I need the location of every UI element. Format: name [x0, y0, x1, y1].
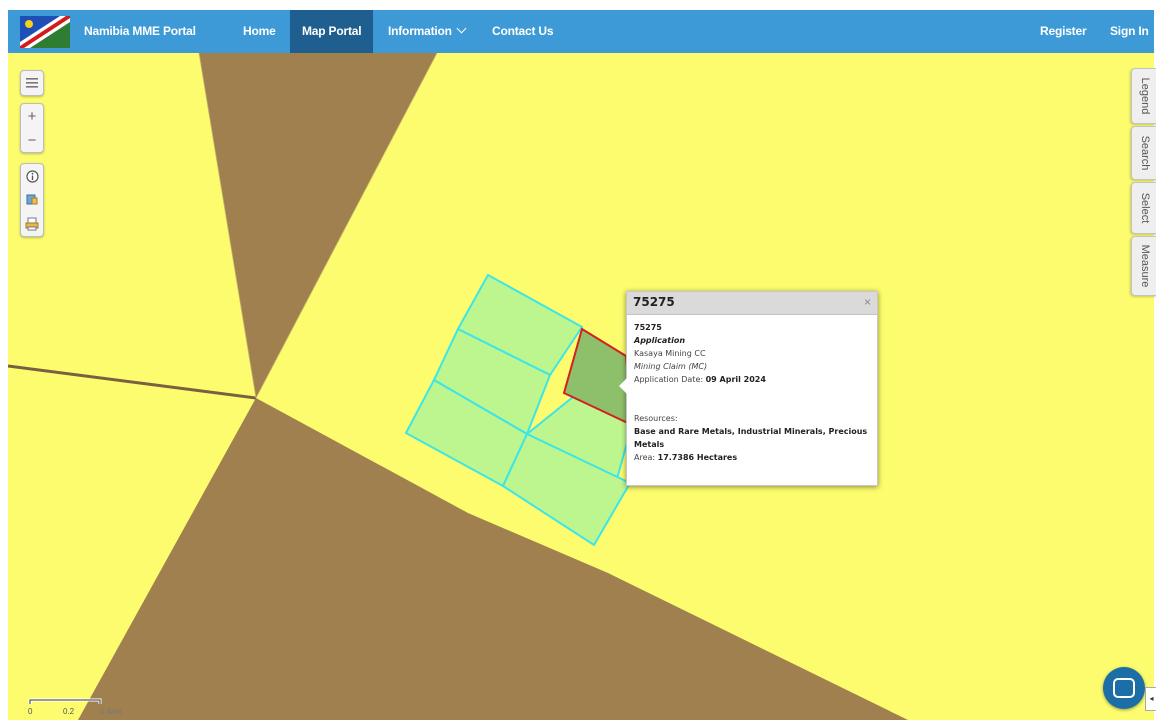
- close-icon[interactable]: ×: [864, 295, 871, 309]
- collapse-arrow-icon[interactable]: ◂: [1145, 687, 1156, 711]
- info-icon[interactable]: [21, 164, 43, 188]
- resources-value: Base and Rare Metals, Industrial Mineral…: [634, 427, 868, 449]
- register-link[interactable]: Register: [1040, 10, 1087, 53]
- map-canvas[interactable]: [8, 53, 1154, 720]
- identify-icon[interactable]: [21, 188, 43, 212]
- namibia-flag-logo[interactable]: [20, 16, 70, 48]
- tab-legend[interactable]: Legend: [1131, 68, 1156, 124]
- map-boundary-line: [8, 364, 257, 400]
- tab-measure[interactable]: Measure: [1131, 236, 1156, 296]
- resources-label: Resources:: [634, 414, 678, 423]
- application-date-row: Application Date: 09 April 2024: [634, 373, 870, 386]
- nav-contact-us[interactable]: Contact Us: [492, 10, 554, 53]
- area-label: Area:: [634, 453, 656, 462]
- claim-status: Application: [634, 336, 686, 345]
- area-row: Area: 17.7386 Hectares: [634, 451, 870, 464]
- sign-in-link[interactable]: Sign In: [1110, 10, 1149, 53]
- zoom-controls: + −: [20, 103, 44, 153]
- layer-menu-group: [20, 70, 44, 96]
- tab-select[interactable]: Select: [1131, 182, 1156, 234]
- nav-map-portal[interactable]: Map Portal: [290, 10, 374, 53]
- zoom-out-button[interactable]: −: [21, 128, 43, 152]
- portal-brand-name[interactable]: Namibia MME Portal: [84, 10, 196, 53]
- application-date-label: Application Date:: [634, 375, 704, 384]
- zoom-in-button[interactable]: +: [21, 104, 43, 128]
- nav-home[interactable]: Home: [243, 10, 276, 53]
- menu-icon[interactable]: [21, 71, 43, 95]
- claim-id: 75275: [634, 323, 662, 332]
- map-tools-group: [20, 163, 44, 237]
- popup-header: 75275 ×: [627, 292, 877, 315]
- application-date-value: 09 April 2024: [705, 375, 766, 384]
- map-area-parcel-top: [199, 53, 437, 398]
- scale-label-end: 0.4km: [100, 707, 122, 716]
- nav-information-label: Information: [388, 24, 452, 38]
- tab-legend-label: Legend: [1138, 77, 1151, 115]
- area-value: 17.7386 Hectares: [657, 453, 738, 462]
- scale-label-start: 0: [28, 707, 33, 716]
- popup-pointer: [619, 378, 627, 394]
- claim-type: Mining Claim (MC): [634, 362, 708, 371]
- tab-measure-label: Measure: [1138, 244, 1151, 288]
- popup-title: 75275: [633, 295, 675, 309]
- chat-bubble-icon: [1113, 678, 1135, 698]
- chat-button[interactable]: [1103, 667, 1145, 709]
- app-window: Namibia MME Portal Home Map Portal Infor…: [0, 0, 1156, 722]
- chevron-down-icon: [456, 23, 467, 34]
- tab-select-label: Select: [1138, 192, 1151, 224]
- feature-info-popup: 75275 × 75275 Application Kasaya Mining …: [619, 291, 878, 486]
- tab-search[interactable]: Search: [1131, 126, 1156, 180]
- top-navbar: Namibia MME Portal Home Map Portal Infor…: [8, 10, 1154, 53]
- tab-search-label: Search: [1138, 135, 1151, 171]
- claim-holder: Kasaya Mining CC: [634, 349, 706, 358]
- nav-information-dropdown[interactable]: Information: [388, 10, 467, 53]
- scale-label-mid: 0.2: [63, 707, 75, 716]
- popup-body: 75275 Application Kasaya Mining CC Minin…: [627, 315, 877, 470]
- print-icon[interactable]: [21, 212, 43, 236]
